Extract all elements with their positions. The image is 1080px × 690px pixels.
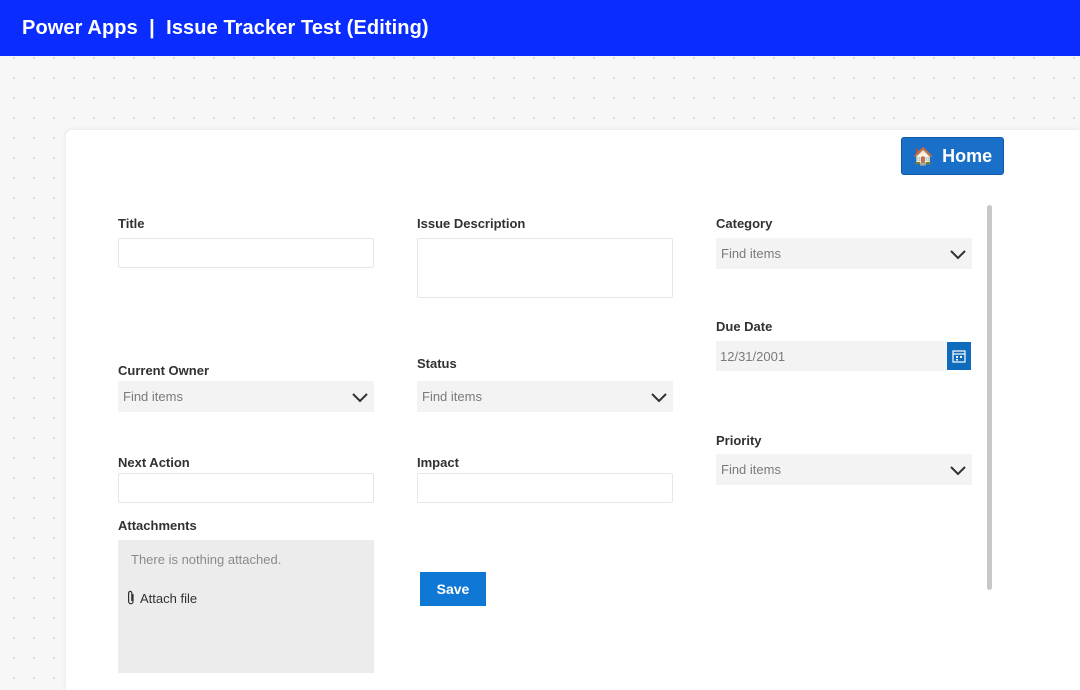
category-combobox[interactable]: Find items [716,238,972,269]
category-placeholder: Find items [721,246,781,261]
vertical-scrollbar[interactable] [987,205,992,590]
title-label: Title [118,216,145,231]
priority-placeholder: Find items [721,462,781,477]
app-header: Power Apps | Issue Tracker Test (Editing… [0,0,1080,56]
home-button[interactable]: 🏠 Home [901,137,1004,175]
attach-file-button[interactable]: Attach file [126,590,197,606]
save-button[interactable]: Save [420,572,486,606]
status-label: Status [417,356,457,371]
title-input[interactable] [118,238,374,268]
chevron-down-icon[interactable] [351,391,369,403]
chevron-down-icon[interactable] [949,248,967,260]
chevron-down-icon[interactable] [650,391,668,403]
app-title: Power Apps | Issue Tracker Test (Editing… [22,16,429,39]
issue-description-input[interactable] [417,238,673,298]
chevron-down-icon[interactable] [949,464,967,476]
impact-label: Impact [417,455,459,470]
current-owner-label: Current Owner [118,363,210,378]
current-owner-combobox[interactable]: Find items [118,381,374,412]
attachments-label: Attachments [118,518,197,533]
paperclip-icon [128,590,134,605]
next-action-label: Next Action [118,455,190,470]
calendar-icon [952,350,966,363]
current-owner-placeholder: Find items [123,389,183,404]
issue-description-label: Issue Description [417,216,526,231]
priority-combobox[interactable]: Find items [716,454,972,485]
priority-label: Priority [716,433,762,448]
due-date-input[interactable]: 12/31/2001 [716,341,947,371]
calendar-button[interactable] [947,342,971,370]
home-button-label: Home [942,145,993,166]
due-date-value: 12/31/2001 [720,348,786,364]
attach-file-label: Attach file [140,590,198,606]
house-icon: 🏠 [912,146,935,166]
status-combobox[interactable]: Find items [417,381,673,412]
attachments-empty-text: There is nothing attached. [131,552,282,567]
next-action-input[interactable] [118,473,374,503]
attachments-box: There is nothing attached. Attach file [118,540,374,673]
status-placeholder: Find items [422,389,482,404]
due-date-label: Due Date [716,319,773,334]
impact-input[interactable] [417,473,673,503]
category-label: Category [716,216,773,231]
